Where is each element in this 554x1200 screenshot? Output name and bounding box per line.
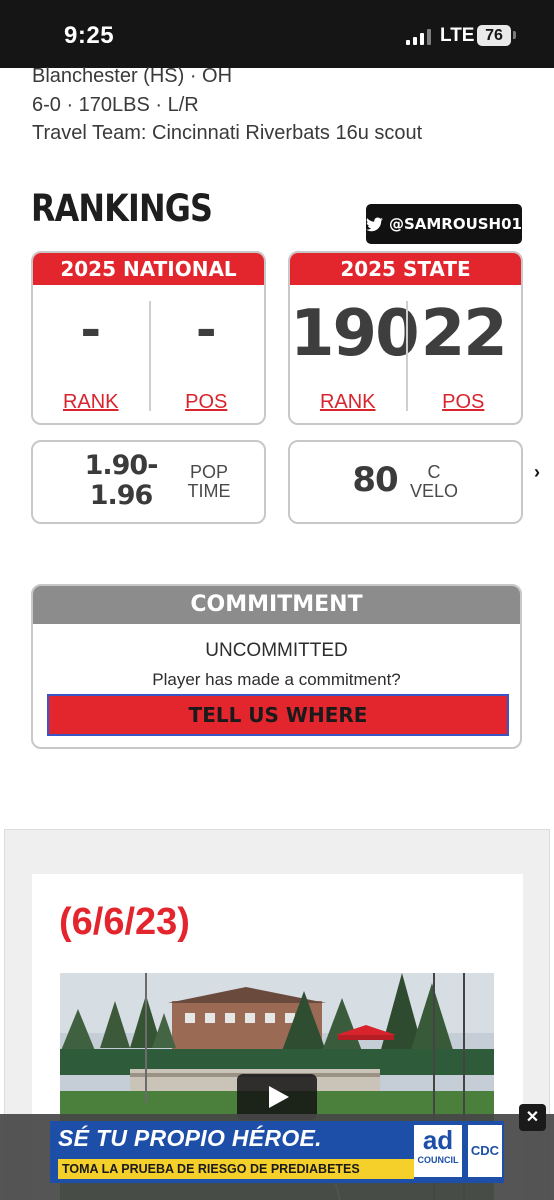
c-velo-label: C VELO xyxy=(404,463,464,501)
national-card-header: 2025 NATIONAL xyxy=(33,253,264,285)
twitter-icon xyxy=(366,216,383,231)
ad-council-line1: ad xyxy=(422,1125,454,1155)
player-travel-team: Travel Team: Cincinnati Riverbats 16u sc… xyxy=(32,122,423,144)
pop-time-value-line2: 1.96 xyxy=(89,480,154,511)
c-velo-card: 80 C VELO xyxy=(288,440,523,524)
national-pos-column: - POS xyxy=(149,287,265,419)
twitter-handle-text: @SAMROUSH01 xyxy=(388,215,522,233)
national-rank-link[interactable]: RANK xyxy=(33,391,149,414)
pop-time-value-line1: 1.90- xyxy=(84,450,159,481)
pop-time-label-line2: TIME xyxy=(187,481,231,501)
pop-time-card: 1.90- 1.96 POP TIME xyxy=(31,440,266,524)
status-time: 9:25 xyxy=(64,22,115,49)
twitter-handle-button[interactable]: @SAMROUSH01 xyxy=(366,204,522,244)
ad-council-line2: COUNCIL xyxy=(417,1155,459,1165)
state-rank-link[interactable]: RANK xyxy=(290,391,406,414)
player-school: Blanchester (HS) · OH xyxy=(32,65,233,87)
rankings-title: RANKINGS xyxy=(31,187,213,230)
pop-time-label-line1: POP xyxy=(189,462,228,482)
national-pos-value: - xyxy=(195,301,217,359)
state-pos-column: 22 POS xyxy=(406,287,522,419)
signal-icon xyxy=(406,29,432,45)
national-pos-link[interactable]: POS xyxy=(149,391,265,414)
battery-icon: 76 xyxy=(477,25,511,46)
commitment-header: COMMITMENT xyxy=(33,586,520,624)
cdc-logo: CDC xyxy=(468,1125,502,1177)
state-card-header: 2025 STATE xyxy=(290,253,521,285)
chevron-right-icon[interactable]: › xyxy=(534,462,540,483)
national-ranking-card: 2025 NATIONAL - RANK - POS xyxy=(31,251,266,425)
c-velo-value: 80 xyxy=(352,460,398,500)
c-velo-label-line2: VELO xyxy=(409,481,459,501)
commitment-card: COMMITMENT UNCOMMITTED Player has made a… xyxy=(31,584,522,749)
pop-time-label: POP TIME xyxy=(177,463,241,501)
ad-council-logo: ad COUNCIL xyxy=(414,1125,462,1177)
commitment-question: Player has made a commitment? xyxy=(152,670,401,689)
ad-creative[interactable]: SÉ TU PROPIO HÉROE. TOMA LA PRUEBA DE RI… xyxy=(50,1121,504,1183)
national-rank-column: - RANK xyxy=(33,287,149,419)
ad-subline: TOMA LA PRUEBA DE RIESGO DE PREDIABETES xyxy=(58,1159,414,1179)
c-velo-label-line1: C xyxy=(427,462,441,482)
state-rank-column: 190 RANK xyxy=(290,287,420,419)
network-type: LTE xyxy=(440,25,475,46)
national-rank-value: - xyxy=(80,301,102,359)
player-measurements: 6-0 · 170LBS · L/R xyxy=(32,94,199,116)
video-date-title: (6/6/23) xyxy=(59,901,190,943)
state-pos-value: 22 xyxy=(420,297,508,371)
commitment-status: UNCOMMITTED xyxy=(205,640,348,661)
battery-tip xyxy=(513,31,516,39)
pop-time-value: 1.90- 1.96 xyxy=(73,451,169,511)
state-pos-link[interactable]: POS xyxy=(406,391,522,414)
tell-us-where-button[interactable]: TELL US WHERE xyxy=(47,694,509,736)
state-rank-value: 190 xyxy=(290,297,420,371)
status-bar: 9:25 LTE 76 xyxy=(0,0,554,68)
state-ranking-card: 2025 STATE 190 RANK 22 POS xyxy=(288,251,523,425)
ad-close-icon[interactable]: ✕ xyxy=(519,1104,546,1131)
ad-headline: SÉ TU PROPIO HÉROE. xyxy=(58,1125,322,1151)
